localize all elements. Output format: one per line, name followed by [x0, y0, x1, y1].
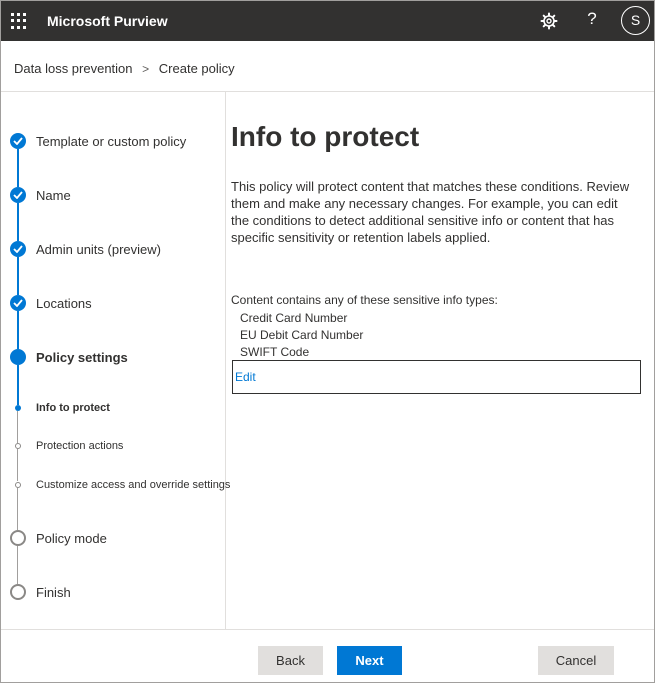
cancel-button[interactable]: Cancel	[538, 646, 614, 675]
pending-step-icon	[10, 530, 26, 546]
substep-protection-actions[interactable]: Protection actions	[36, 440, 123, 452]
step-template-or-custom-policy[interactable]: Template or custom policy	[36, 134, 186, 149]
list-item: EU Debit Card Number	[240, 328, 364, 342]
rail-divider	[225, 92, 226, 629]
edit-box: Edit	[232, 360, 641, 394]
app-window: Microsoft Purview ? S Data loss preventi…	[0, 0, 655, 683]
waffle-icon[interactable]	[11, 13, 27, 29]
substep-dot-icon	[15, 482, 21, 488]
list-item: SWIFT Code	[240, 345, 310, 359]
help-icon[interactable]: ?	[585, 9, 599, 29]
substep-current-dot-icon	[15, 405, 21, 411]
step-finish[interactable]: Finish	[36, 585, 71, 600]
step-connector	[17, 203, 19, 241]
checkmark-icon	[10, 187, 26, 203]
header-divider	[1, 91, 654, 92]
substep-info-to-protect[interactable]: Info to protect	[36, 402, 110, 414]
step-policy-settings[interactable]: Policy settings	[36, 350, 128, 365]
page-description: This policy will protect content that ma…	[231, 179, 630, 245]
current-step-icon	[10, 349, 26, 365]
step-connector	[17, 449, 18, 481]
substep-customize-access[interactable]: Customize access and override settings	[36, 479, 230, 491]
breadcrumb-item-create-policy: Create policy	[158, 61, 235, 76]
list-item: Credit Card Number	[240, 311, 348, 325]
edit-link[interactable]: Edit	[235, 370, 256, 384]
checkmark-icon	[10, 295, 26, 311]
step-connector	[17, 257, 19, 295]
substep-dot-icon	[15, 443, 21, 449]
next-button[interactable]: Next	[337, 646, 402, 675]
step-connector	[17, 546, 18, 584]
step-connector	[17, 149, 19, 187]
app-title[interactable]: Microsoft Purview	[47, 13, 168, 29]
breadcrumb: Data loss prevention > Create policy	[14, 61, 235, 76]
step-connector	[17, 311, 19, 349]
step-connector	[17, 488, 18, 530]
pending-step-icon	[10, 584, 26, 600]
back-button[interactable]: Back	[258, 646, 323, 675]
gear-icon[interactable]	[539, 11, 559, 31]
checkmark-icon	[10, 133, 26, 149]
avatar[interactable]: S	[621, 6, 650, 35]
sensitive-info-types-list: Credit Card Number EU Debit Card Number …	[240, 310, 363, 361]
step-policy-mode[interactable]: Policy mode	[36, 531, 107, 546]
breadcrumb-item-data-loss-prevention[interactable]: Data loss prevention	[14, 61, 133, 76]
step-admin-units[interactable]: Admin units (preview)	[36, 242, 161, 257]
top-bar: Microsoft Purview ? S	[1, 1, 654, 41]
step-connector	[17, 411, 18, 443]
step-name[interactable]: Name	[36, 188, 71, 203]
step-locations[interactable]: Locations	[36, 296, 92, 311]
footer-divider	[1, 629, 654, 630]
step-connector	[17, 365, 19, 405]
condition-label: Content contains any of these sensitive …	[231, 293, 498, 307]
page-title: Info to protect	[231, 121, 420, 152]
checkmark-icon	[10, 241, 26, 257]
breadcrumb-separator-icon: >	[142, 62, 150, 76]
